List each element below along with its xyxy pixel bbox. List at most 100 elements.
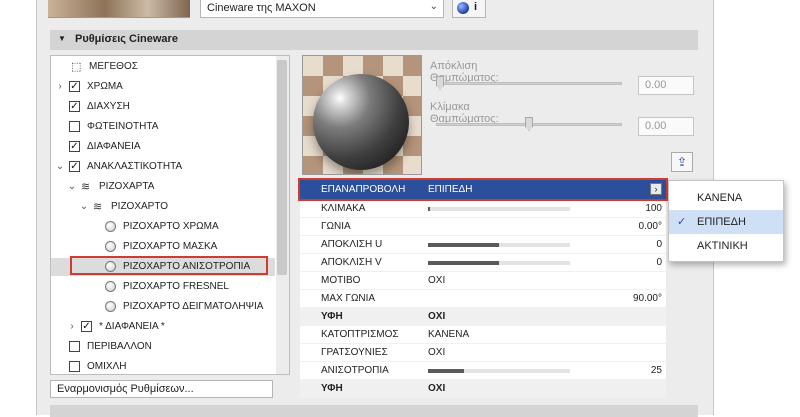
tree-item-label: ΡΙΖΟΧΑΡΤΟ (111, 201, 169, 212)
tree-item[interactable]: ΡΙΖΟΧΑΡΤΟ ΔΕΙΓΜΑΤΟΛΗΨΙΑ (51, 298, 275, 316)
menu-item[interactable]: ✓ ΕΠΙΠΕΔΗ (669, 210, 783, 234)
property-slider[interactable] (428, 207, 570, 211)
slider-label: Κλίμακα Θαμπώματος: (430, 101, 499, 125)
menu-item[interactable]: ΑΚΤΙΝΙΚΗ (669, 234, 783, 258)
slider-value-field[interactable]: 0.00 (638, 117, 694, 136)
section-header-cineware[interactable]: ▼ Ρυθμίσεις Cineware (50, 30, 698, 50)
property-value[interactable]: ΟΧΙ (428, 308, 445, 326)
adapt-settings-button[interactable]: Εναρμονισμός Ρυθμίσεων... (50, 380, 273, 398)
tree-item[interactable]: ΠΕΡΙΒΑΛΛΟΝ (51, 338, 275, 356)
property-number[interactable]: 25 (651, 362, 662, 380)
tree-item[interactable]: ⌄ ≋ ΡΙΖΟΧΑΡΤΑ (51, 178, 275, 196)
tree-item[interactable]: ΡΙΖΟΧΑΡΤΟ ΧΡΩΜΑ (51, 218, 275, 236)
property-row[interactable]: ΚΛΙΜΑΚΑ 100 (300, 200, 666, 218)
property-name: ΥΦΗ (321, 383, 343, 394)
tree-item[interactable]: ⬚ ΜΕΓΕΘΟΣ (51, 58, 275, 76)
section-header-next[interactable] (50, 405, 698, 417)
tree-item-label: ΡΙΖΟΧΑΡΤΟ ΔΕΙΓΜΑΤΟΛΗΨΙΑ (123, 301, 264, 312)
checkbox[interactable]: ✓ (69, 141, 80, 152)
property-number[interactable]: 90.00° (633, 290, 662, 308)
tree-item[interactable]: ΡΙΖΟΧΑΡΤΟ FRESNEL (51, 278, 275, 296)
tree-item[interactable]: ⌄ ✓ ΑΝΑΚΛΑΣΤΙΚΟΤΗΤΑ (51, 158, 275, 176)
tree-item[interactable]: › ✓ ΧΡΩΜΑ (51, 78, 275, 96)
checkbox[interactable]: ✓ (81, 321, 92, 332)
property-name: ΥΦΗ (321, 311, 343, 322)
checkbox[interactable] (69, 121, 80, 132)
property-row[interactable]: ΜΑΧ ΓΩΝΙΑ 90.00° (300, 290, 666, 308)
checkbox[interactable]: ✓ (69, 101, 80, 112)
property-row[interactable]: ΑΝΙΣΟΤΡΟΠΙΑ 25 (300, 362, 666, 380)
checkbox[interactable]: ✓ (69, 81, 80, 92)
checkbox[interactable] (69, 361, 80, 372)
menu-item-label: ΑΚΤΙΝΙΚΗ (697, 240, 748, 252)
tree-item[interactable]: ✓ ΔΙΑΦΑΝΕΙΑ (51, 138, 275, 156)
tree-item[interactable]: ΡΙΖΟΧΑΡΤΟ ΜΑΣΚΑ (51, 238, 275, 256)
property-name: ΓΡΑΤΣΟΥΝΙΕΣ (321, 347, 388, 358)
property-row[interactable]: ΑΠΟΚΛΙΣΗ U 0 (300, 236, 666, 254)
globe-icon (457, 2, 469, 14)
tree-item-label: ΡΙΖΟΧΑΡΤΟ ΜΑΣΚΑ (123, 241, 218, 252)
property-slider[interactable] (428, 369, 570, 373)
engine-info-button[interactable]: i (452, 0, 486, 18)
menu-item[interactable]: ΚΑΝΕΝΑ (669, 186, 783, 210)
sphere-icon (105, 281, 116, 292)
property-value[interactable]: ΟΧΙ (428, 344, 445, 362)
property-slider-fill (428, 369, 464, 373)
tree-expander-icon[interactable]: ⌄ (67, 178, 77, 196)
property-slider[interactable] (428, 243, 570, 247)
tree-item[interactable]: ΟΜΙΧΛΗ (51, 358, 275, 374)
highlight-box (298, 178, 668, 201)
property-slider-fill (428, 207, 430, 211)
property-slider[interactable] (428, 261, 570, 265)
render-engine-select[interactable]: Cineware της MAXON ⌄ (200, 0, 444, 18)
property-number[interactable]: 0 (656, 254, 662, 272)
property-name: ΓΩΝΙΑ (321, 221, 351, 232)
property-name: ΚΛΙΜΑΚΑ (321, 203, 366, 214)
tree-item[interactable]: › ✓ * ΔΙΑΦΑΝΕΙΑ * (51, 318, 275, 336)
property-value[interactable]: ΚΑΝΕΝΑ (428, 326, 469, 344)
property-row[interactable]: ΓΡΑΤΣΟΥΝΙΕΣ ΟΧΙ (300, 344, 666, 362)
tree-item-label: ΟΜΙΧΛΗ (87, 361, 127, 372)
checkmark-icon: ✓ (677, 216, 687, 228)
property-name: ΑΝΙΣΟΤΡΟΠΙΑ (321, 365, 389, 376)
property-name: ΚΑΤΟΠΤΡΙΣΜΟΣ (321, 329, 399, 340)
property-value[interactable]: ΟΧΙ (428, 380, 445, 398)
property-value[interactable]: ΟΧΙ (428, 272, 445, 290)
property-group-row[interactable]: ΥΦΗ ΟΧΙ (300, 380, 666, 398)
tree-item-label: ΜΕΓΕΘΟΣ (89, 61, 138, 72)
material-preview (302, 55, 422, 175)
sphere-icon (105, 241, 116, 252)
tree-expander-icon[interactable]: › (55, 78, 65, 96)
property-name: ΜΟΤΙΒΟ (321, 275, 361, 286)
property-row[interactable]: ΜΟΤΙΒΟ ΟΧΙ (300, 272, 666, 290)
property-row[interactable]: ΚΑΤΟΠΤΡΙΣΜΟΣ ΚΑΝΕΝΑ (300, 326, 666, 344)
size-icon: ⬚ (71, 61, 82, 73)
slider-value-field[interactable]: 0.00 (638, 76, 694, 95)
tree-item[interactable]: ✓ ΔΙΑΧΥΣΗ (51, 98, 275, 116)
tree-item[interactable]: ΦΩΤΕΙΝΟΤΗΤΑ (51, 118, 275, 136)
menu-item-label: ΚΑΝΕΝΑ (697, 192, 743, 204)
layer-stack-icon: ≋ (81, 181, 91, 193)
tree-item-label: ΑΝΑΚΛΑΣΤΙΚΟΤΗΤΑ (87, 161, 183, 172)
tree-expander-icon[interactable]: ⌄ (79, 198, 89, 216)
checkbox[interactable]: ✓ (69, 161, 80, 172)
tree-item-label: ΡΙΖΟΧΑΡΤΑ (99, 181, 155, 192)
property-row[interactable]: ΓΩΝΙΑ 0.00° (300, 218, 666, 236)
export-icon[interactable]: ⇪ (671, 152, 693, 172)
property-number[interactable]: 0 (656, 236, 662, 254)
property-name: ΑΠΟΚΛΙΣΗ U (321, 239, 383, 250)
property-number[interactable]: 100 (645, 200, 662, 218)
section-title: Ρυθμίσεις Cineware (74, 33, 178, 45)
tree-item-label: ΡΙΖΟΧΑΡΤΟ ΧΡΩΜΑ (123, 221, 219, 232)
property-group-row[interactable]: ΥΦΗ ΟΧΙ (300, 308, 666, 326)
tree-scrollbar-thumb[interactable] (277, 60, 287, 275)
property-row[interactable]: ΑΠΟΚΛΙΣΗ V 0 (300, 254, 666, 272)
property-slider-fill (428, 243, 499, 247)
property-number[interactable]: 0.00° (639, 218, 662, 236)
tree-expander-icon[interactable]: ⌄ (55, 158, 65, 176)
checkbox[interactable] (69, 341, 80, 352)
slider-track[interactable] (436, 82, 622, 85)
tree-item-label: ΧΡΩΜΑ (87, 81, 123, 92)
tree-expander-icon[interactable]: › (67, 318, 77, 336)
tree-item[interactable]: ⌄ ≋ ΡΙΖΟΧΑΡΤΟ (51, 198, 275, 216)
